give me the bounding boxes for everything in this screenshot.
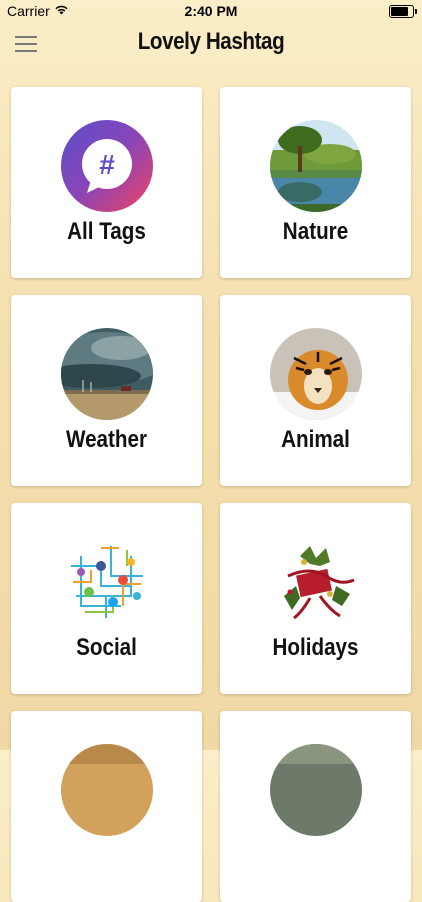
category-card-partial[interactable]: [220, 711, 411, 902]
storm-cloud-photo: [61, 328, 153, 420]
battery-icon: [389, 5, 417, 18]
category-card-weather[interactable]: Weather: [11, 295, 202, 486]
category-label: Nature: [282, 218, 349, 245]
category-card-all-tags[interactable]: # All Tags: [11, 87, 202, 278]
category-card-nature[interactable]: Nature: [220, 87, 411, 278]
nature-lake-photo: [270, 120, 362, 212]
category-card-partial[interactable]: [11, 711, 202, 902]
partial-photo: [61, 744, 153, 836]
page-title: Lovely Hashtag: [137, 28, 285, 55]
category-label: Social: [76, 634, 137, 661]
category-label: Weather: [65, 426, 148, 453]
partial-photo: [270, 744, 362, 836]
tiger-photo: [270, 328, 362, 420]
category-label: Animal: [281, 426, 350, 453]
category-card-holidays[interactable]: Holidays: [220, 503, 411, 694]
navigation-bar: Lovely Hashtag: [0, 22, 422, 66]
svg-text:#: #: [99, 149, 115, 180]
hashtag-bubble-icon: #: [61, 120, 153, 212]
category-card-social[interactable]: Social: [11, 503, 202, 694]
category-label: Holidays: [272, 634, 359, 661]
holiday-wreath-image: [270, 536, 362, 628]
category-label: All Tags: [67, 218, 146, 245]
category-card-animal[interactable]: Animal: [220, 295, 411, 486]
status-bar: Carrier 2:40 PM: [0, 0, 422, 22]
status-time: 2:40 PM: [184, 3, 238, 19]
battery-level: [391, 7, 408, 16]
social-network-globe-image: [61, 536, 153, 628]
